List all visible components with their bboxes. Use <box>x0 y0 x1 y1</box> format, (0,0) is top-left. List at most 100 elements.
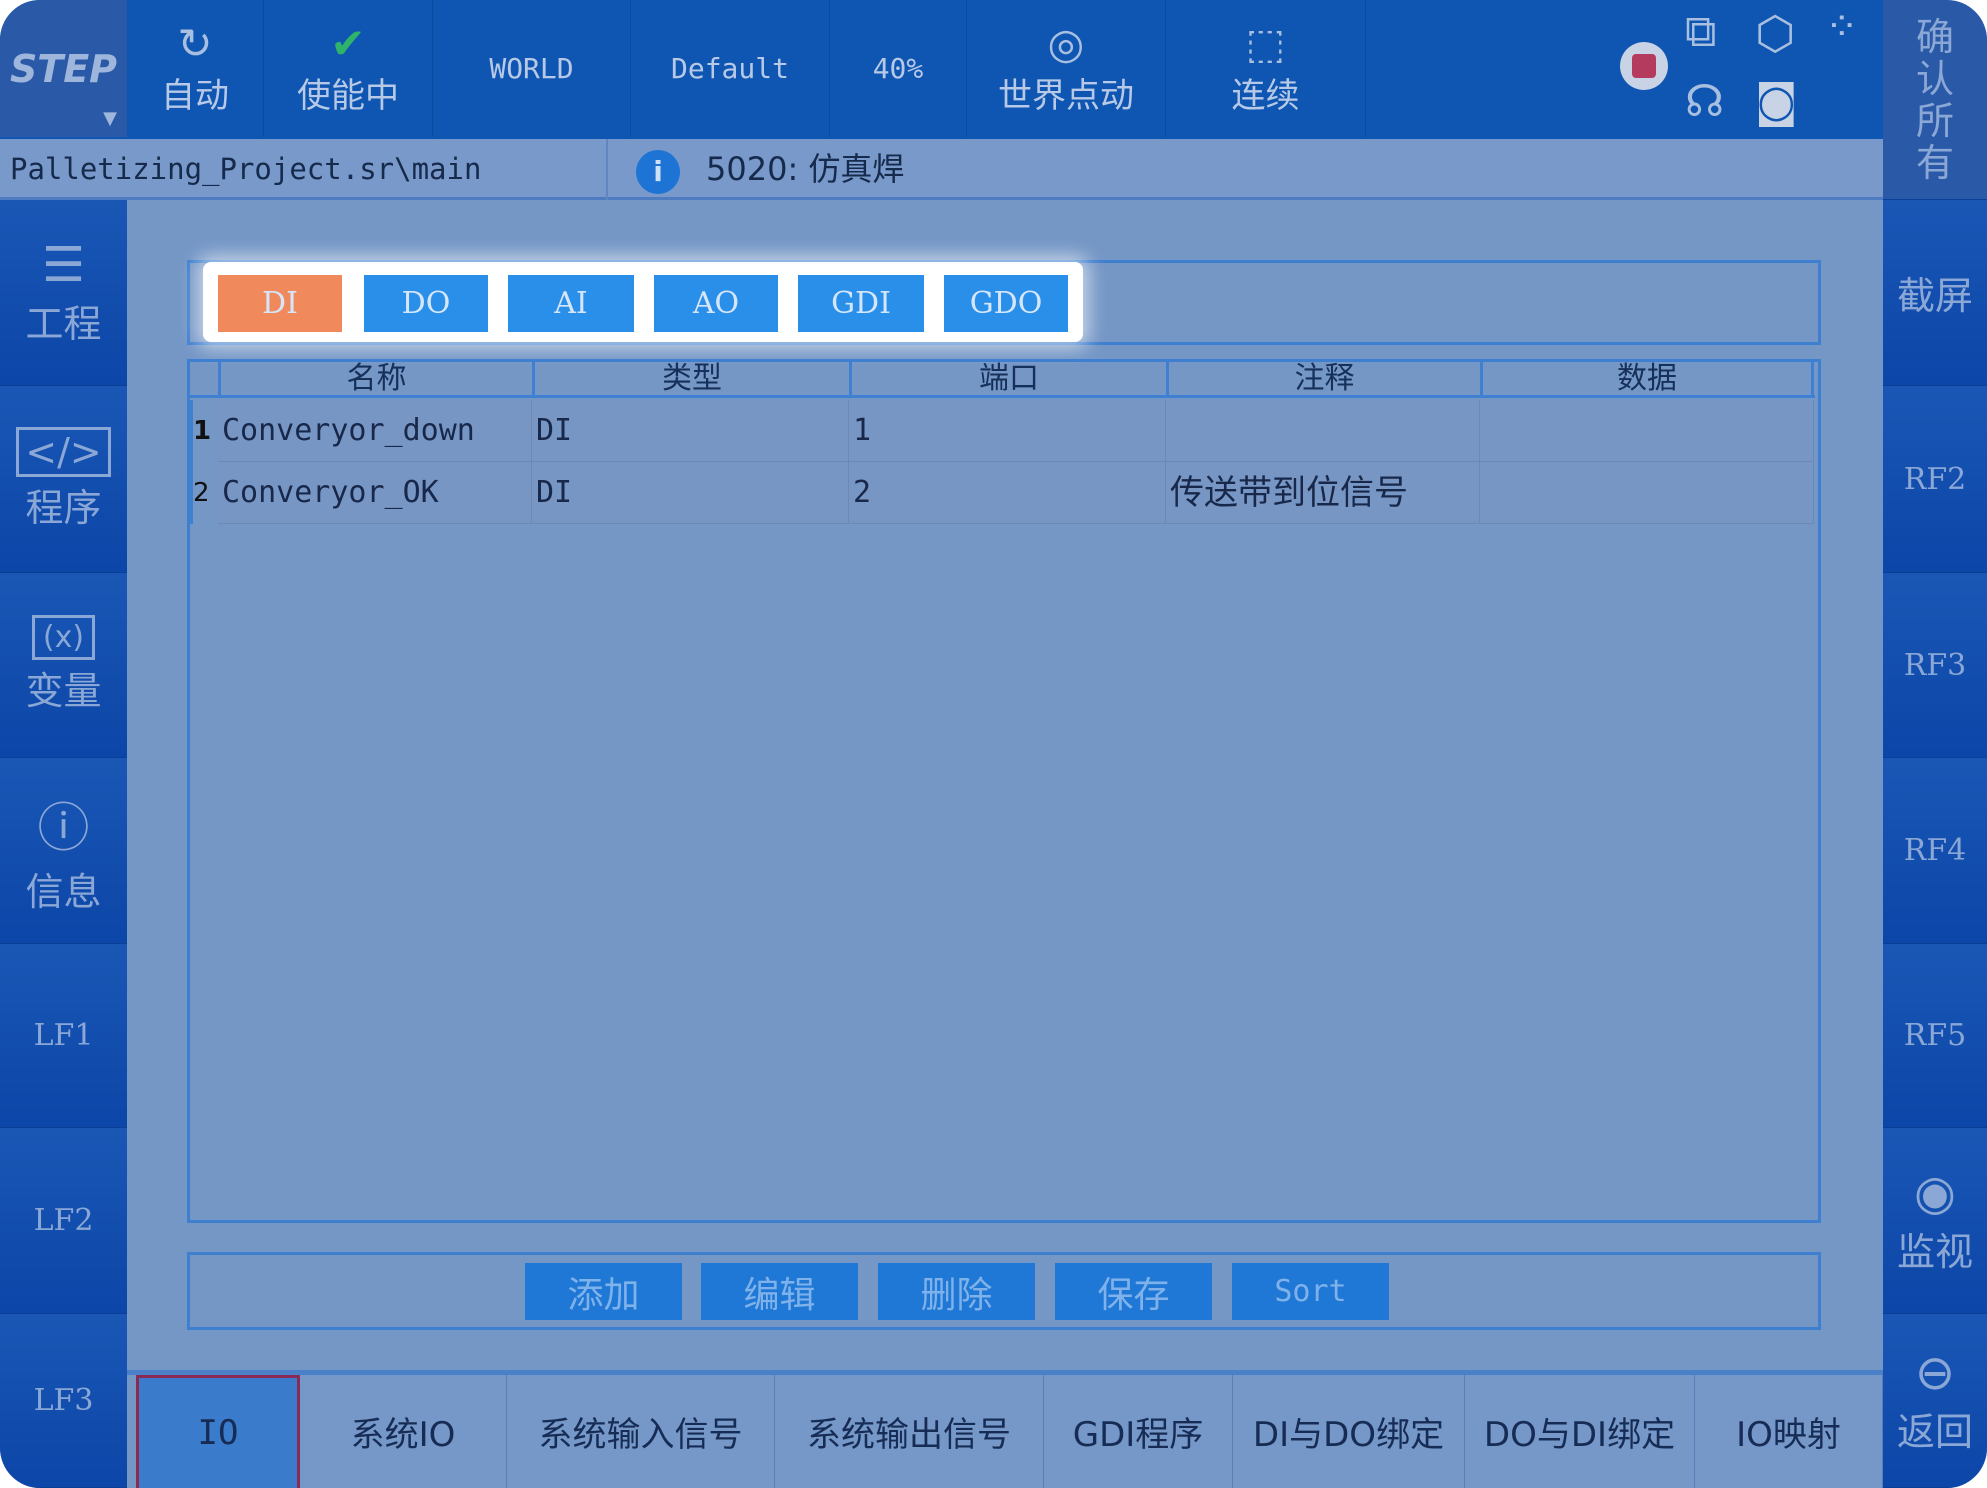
cell-type[interactable]: DI <box>532 462 849 524</box>
screen: STEP ▼ ↻ 自动 ✔ 使能中 WORLD Default 40% ◎ 世界点动 ⬚… <box>0 0 1987 1488</box>
robot-enable-icon: ✔ <box>330 19 366 68</box>
user-icon[interactable]: ☊ <box>1685 76 1724 127</box>
stop-icon <box>1632 54 1656 78</box>
monitor-button[interactable]: ◉ 监视 <box>1883 1128 1987 1314</box>
cell-comment[interactable] <box>1166 400 1480 462</box>
row-index: 2 <box>190 462 218 524</box>
tab-gdi[interactable]: GDI <box>798 275 924 332</box>
dots-icon[interactable]: ⁘ <box>1825 4 1859 50</box>
step-mode-button[interactable]: STEP ▼ <box>0 0 127 137</box>
globe-icon: ◎ <box>1047 19 1085 68</box>
back-arrow-icon: ⊖ <box>1914 1345 1956 1401</box>
bottom-tab-system-io[interactable]: 系统IO <box>300 1375 507 1488</box>
info-circle-icon: ⓘ <box>37 798 90 859</box>
lf2-button[interactable]: LF2 <box>0 1128 127 1314</box>
tab-di[interactable]: DI <box>218 275 342 332</box>
label: 世界点动 <box>998 76 1134 116</box>
step-logo: STEP <box>9 46 118 91</box>
label: RF5 <box>1903 1018 1967 1053</box>
label: 变量 <box>25 669 102 713</box>
label: 信息 <box>25 869 102 914</box>
cell-data[interactable] <box>1480 462 1814 524</box>
bottom-tab-io[interactable]: IO <box>136 1375 300 1488</box>
rf3-button[interactable]: RF3 <box>1883 573 1987 758</box>
message-text: 仿真焊 <box>808 150 905 188</box>
label: 截屏 <box>1896 274 1973 318</box>
label: 工程 <box>25 302 102 346</box>
column-header-data[interactable]: 数据 <box>1480 362 1814 395</box>
program-path: Palletizing_Project.sr\main <box>0 139 608 200</box>
cell-data[interactable] <box>1480 400 1814 462</box>
message-code: 5020: <box>706 150 799 188</box>
auto-mode-button[interactable]: ↻ 自动 <box>127 0 264 137</box>
bottom-tab-do-di-binding[interactable]: DO与DI绑定 <box>1465 1375 1695 1488</box>
bottom-tab-di-do-binding[interactable]: DI与DO绑定 <box>1233 1375 1465 1488</box>
label: 自动 <box>161 76 229 116</box>
bottom-tab-system-input[interactable]: 系统输入信号 <box>507 1375 775 1488</box>
label: 监视 <box>1896 1230 1973 1274</box>
label: 确认所有 <box>1915 14 1954 185</box>
continuous-button[interactable]: ⬚ 连续 <box>1166 0 1366 137</box>
column-header-type[interactable]: 类型 <box>532 362 849 395</box>
coordinate-button[interactable]: WORLD <box>433 0 631 137</box>
tab-gdo[interactable]: GDO <box>944 275 1068 332</box>
cell-name[interactable]: Converyor_down <box>218 400 532 462</box>
cell-name[interactable]: Converyor_OK <box>218 462 532 524</box>
camera-icon[interactable]: ◙ <box>1755 76 1798 127</box>
column-header-comment[interactable]: 注释 <box>1166 362 1480 395</box>
screenshot-button[interactable]: 截屏 <box>1883 200 1987 386</box>
dropdown-arrow-icon: ▼ <box>103 108 117 129</box>
rf4-button[interactable]: RF4 <box>1883 758 1987 944</box>
label: WORLD <box>489 52 574 85</box>
cell-port[interactable]: 1 <box>849 400 1166 462</box>
cell-port[interactable]: 2 <box>849 462 1166 524</box>
row-index: 1 <box>190 400 218 462</box>
column-header-port[interactable]: 端口 <box>849 362 1166 395</box>
lf1-button[interactable]: LF1 <box>0 944 127 1128</box>
edit-button[interactable]: 编辑 <box>701 1263 858 1320</box>
delete-button[interactable]: 删除 <box>878 1263 1035 1320</box>
variable-icon: (x) <box>31 615 96 660</box>
rf5-button[interactable]: RF5 <box>1883 944 1987 1128</box>
device-icon[interactable]: ⧉ <box>1685 6 1716 57</box>
rf2-button[interactable]: RF2 <box>1883 386 1987 573</box>
label: 使能中 <box>297 76 399 116</box>
cube-icon[interactable]: ⬡ <box>1755 6 1795 60</box>
eye-icon: ◉ <box>1914 1165 1956 1221</box>
bottom-tab-system-output[interactable]: 系统输出信号 <box>775 1375 1044 1488</box>
save-button[interactable]: 保存 <box>1055 1263 1212 1320</box>
bottom-tab-io-mapping[interactable]: IO映射 <box>1695 1375 1883 1488</box>
label: RF2 <box>1903 461 1967 497</box>
column-header-name[interactable]: 名称 <box>218 362 532 395</box>
label: 返回 <box>1896 1410 1973 1454</box>
enable-button[interactable]: ✔ 使能中 <box>264 0 433 137</box>
sidebar-item-info[interactable]: ⓘ 信息 <box>0 758 127 944</box>
tab-ai[interactable]: AI <box>508 275 634 332</box>
tool-button[interactable]: Default <box>631 0 830 137</box>
info-icon: i <box>636 150 680 194</box>
confirm-all-button[interactable]: 确认所有 <box>1883 0 1987 200</box>
code-icon: </> <box>16 426 111 477</box>
label: LF3 <box>33 1383 94 1418</box>
label: RF4 <box>1903 833 1967 868</box>
lf3-button[interactable]: LF3 <box>0 1314 127 1488</box>
continuous-icon: ⬚ <box>1245 19 1286 68</box>
speed-button[interactable]: 40% <box>830 0 967 137</box>
cell-type[interactable]: DI <box>532 400 849 462</box>
world-jog-button[interactable]: ◎ 世界点动 <box>967 0 1166 137</box>
sidebar-item-variable[interactable]: (x) 变量 <box>0 573 127 758</box>
add-button[interactable]: 添加 <box>525 1263 682 1320</box>
label: RF3 <box>1903 647 1967 683</box>
auto-rotate-icon: ↻ <box>177 19 213 68</box>
back-button[interactable]: ⊖ 返回 <box>1883 1314 1987 1488</box>
sidebar-item-project[interactable]: ☰ 工程 <box>0 200 127 386</box>
list-icon: ☰ <box>41 237 86 293</box>
tab-do[interactable]: DO <box>364 275 488 332</box>
stop-button[interactable] <box>1620 42 1668 90</box>
sidebar-item-program[interactable]: </> 程序 <box>0 386 127 573</box>
bottom-tab-gdi-program[interactable]: GDI程序 <box>1044 1375 1233 1488</box>
label: 程序 <box>25 485 102 530</box>
cell-comment[interactable]: 传送带到位信号 <box>1166 462 1480 524</box>
tab-ao[interactable]: AO <box>654 275 778 332</box>
sort-button[interactable]: Sort <box>1232 1263 1389 1320</box>
